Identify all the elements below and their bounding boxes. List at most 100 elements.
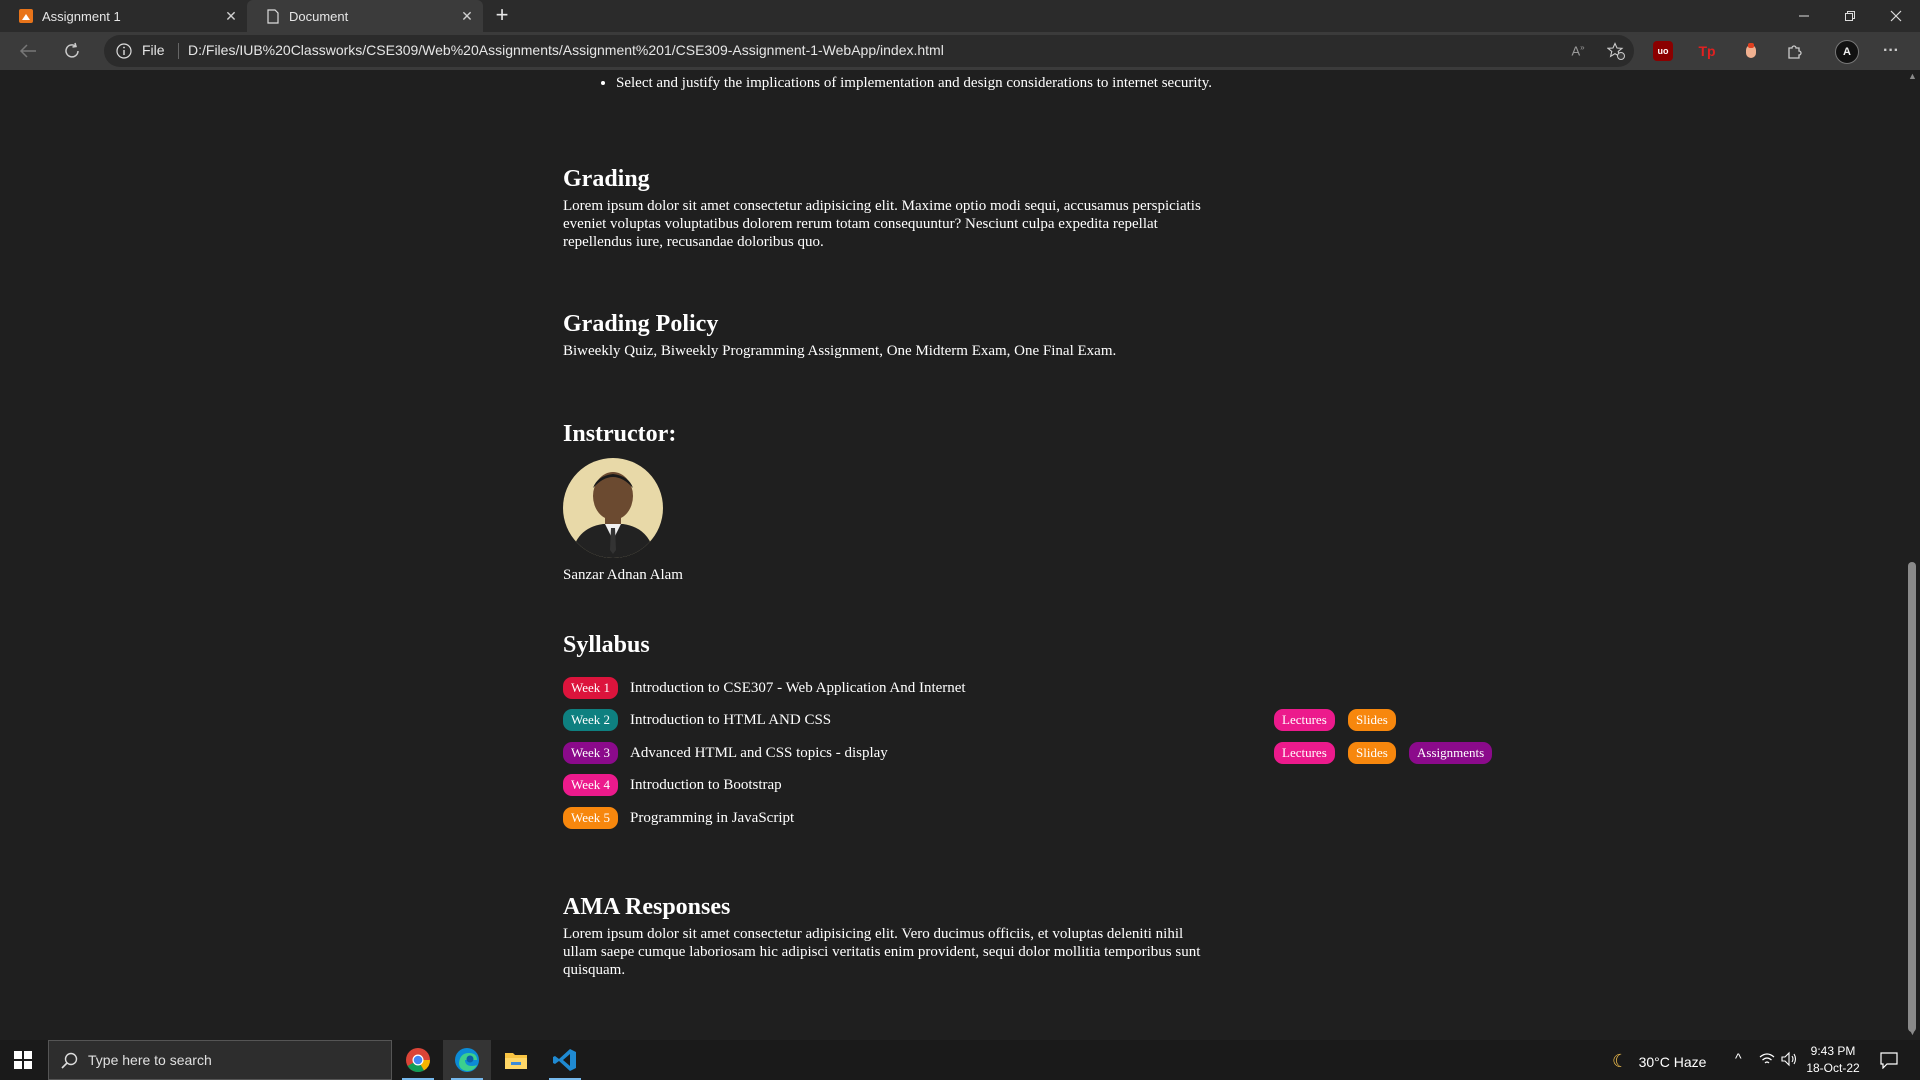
minimize-icon: [1799, 15, 1809, 17]
scheme-label: File: [142, 42, 165, 58]
search-placeholder: Type here to search: [88, 1052, 212, 1068]
syllabus-row: Week 2 Introduction to HTML AND CSS: [563, 709, 831, 731]
page-scrollbar[interactable]: ▲ ▼: [1904, 70, 1920, 1040]
more-icon: ···: [1883, 42, 1899, 59]
add-favorite-button[interactable]: [1604, 39, 1628, 63]
chevron-up-icon: ^: [1735, 1050, 1742, 1066]
week-2-lectures-link[interactable]: Lectures: [1274, 709, 1335, 731]
close-window-button[interactable]: [1874, 0, 1918, 32]
week-badge: Week 4: [563, 774, 619, 796]
profile-avatar[interactable]: A: [1835, 40, 1859, 64]
week-3-lectures-link[interactable]: Lectures: [1274, 742, 1335, 764]
notification-icon: [1880, 1052, 1898, 1070]
week-title: Programming in JavaScript: [630, 809, 795, 826]
weather-widget[interactable]: ☾ 30°C Haze: [1612, 1051, 1706, 1072]
folder-icon: [505, 1053, 527, 1069]
file-explorer-taskbar-button[interactable]: [492, 1040, 540, 1080]
web-page: Select and justify the implications of i…: [0, 70, 1904, 1040]
taskbar-search-box[interactable]: Type here to search: [48, 1040, 392, 1080]
weather-text: 30°C Haze: [1638, 1054, 1707, 1070]
flame-icon: [1746, 43, 1756, 58]
windows-taskbar: Type here to search ☾ 30°C Haze ^ 9:43 P…: [0, 1040, 1920, 1080]
start-button[interactable]: [0, 1040, 46, 1080]
extensions-button[interactable]: [1785, 41, 1805, 61]
profile-initial: A: [1843, 46, 1851, 58]
section-heading: AMA Responses: [563, 894, 731, 920]
url-text[interactable]: D:/Files/IUB%20Classworks/CSE309/Web%20A…: [188, 42, 944, 58]
section-heading: Grading: [563, 166, 650, 192]
show-hidden-icons-button[interactable]: ^: [1735, 1050, 1742, 1066]
list-item: Select and justify the implications of i…: [616, 74, 1236, 92]
close-tab-icon[interactable]: ✕: [459, 8, 475, 24]
read-aloud-icon: A»: [1571, 43, 1585, 59]
grading-policy-text: Biweekly Quiz, Biweekly Programming Assi…: [563, 343, 1117, 359]
divider: [178, 43, 179, 59]
scroll-up-arrow-icon[interactable]: ▲: [1908, 72, 1917, 81]
edge-icon: [455, 1048, 479, 1072]
vscode-icon: [553, 1049, 576, 1071]
clock-date: 18-Oct-22: [1806, 1061, 1860, 1075]
tab-title: Assignment 1: [42, 8, 121, 24]
week-title: Introduction to Bootstrap: [630, 776, 782, 793]
instructor-photo: [563, 458, 663, 558]
grading-text: Lorem ipsum dolor sit amet consectetur a…: [563, 198, 1201, 250]
chrome-taskbar-button[interactable]: [394, 1040, 442, 1080]
instructor-name: Sanzar Adnan Alam: [563, 567, 683, 583]
syllabus-row: Week 1 Introduction to CSE307 - Web Appl…: [563, 677, 966, 699]
scroll-thumb[interactable]: [1908, 562, 1916, 1032]
syllabus-row: Week 5 Programming in JavaScript: [563, 807, 794, 829]
back-arrow-icon: [19, 44, 36, 58]
restore-icon: [1845, 11, 1855, 21]
syllabus-section: Syllabus: [563, 632, 1203, 659]
instructor-section: Instructor: Sanzar Adnan Alam: [563, 421, 1203, 584]
week-title: Introduction to CSE307 - Web Application…: [630, 679, 966, 696]
tab-assignment-1[interactable]: Assignment 1 ✕: [0, 0, 247, 32]
week-badge: Week 2: [563, 709, 619, 731]
objectives-list: Select and justify the implications of i…: [563, 74, 1236, 92]
week-title: Introduction to HTML AND CSS: [630, 711, 832, 728]
clock-time: 9:43 PM: [1810, 1044, 1856, 1058]
section-heading: Instructor:: [563, 421, 677, 447]
network-icon[interactable]: [1759, 1051, 1775, 1070]
extension-icon[interactable]: [1741, 41, 1761, 61]
edge-taskbar-button[interactable]: [443, 1040, 491, 1080]
address-bar[interactable]: File D:/Files/IUB%20Classworks/CSE309/We…: [104, 35, 1634, 67]
tab-title: Document: [289, 8, 349, 24]
notifications-button[interactable]: [1880, 1051, 1898, 1072]
ublock-extension-icon[interactable]: uo: [1653, 41, 1673, 61]
close-tab-icon[interactable]: ✕: [223, 8, 239, 24]
refresh-button[interactable]: [60, 39, 84, 63]
tab-document[interactable]: Document ✕: [247, 0, 483, 32]
week-3-slides-link[interactable]: Slides: [1348, 742, 1396, 764]
tp-extension-icon[interactable]: Tp: [1697, 41, 1717, 61]
back-button[interactable]: [16, 39, 40, 63]
moon-icon: ☾: [1612, 1051, 1629, 1071]
week-2-slides-link[interactable]: Slides: [1348, 709, 1396, 731]
star-add-icon: [1607, 42, 1625, 60]
restore-button[interactable]: [1828, 0, 1872, 32]
info-icon[interactable]: [116, 43, 132, 59]
section-heading: Grading Policy: [563, 311, 719, 337]
ama-text: Lorem ipsum dolor sit amet consectetur a…: [563, 926, 1201, 978]
taskbar-clock[interactable]: 9:43 PM 18-Oct-22: [1806, 1043, 1860, 1077]
refresh-icon: [65, 42, 79, 58]
minimize-button[interactable]: [1782, 0, 1826, 32]
vscode-taskbar-button[interactable]: [541, 1040, 589, 1080]
section-heading: Syllabus: [563, 632, 650, 658]
browser-toolbar: File D:/Files/IUB%20Classworks/CSE309/We…: [0, 32, 1920, 70]
more-menu-button[interactable]: ···: [1881, 41, 1901, 61]
read-aloud-button[interactable]: A»: [1566, 39, 1590, 63]
volume-icon[interactable]: [1781, 1051, 1797, 1070]
week-title: Advanced HTML and CSS topics - display: [630, 744, 888, 761]
syllabus-row: Week 4 Introduction to Bootstrap: [563, 774, 782, 796]
ama-section: AMA Responses Lorem ipsum dolor sit amet…: [563, 894, 1203, 979]
week-3-assignments-link[interactable]: Assignments: [1409, 742, 1493, 764]
puzzle-icon: [1788, 45, 1802, 59]
grading-policy-section: Grading Policy Biweekly Quiz, Biweekly P…: [563, 311, 1203, 360]
week-badge: Week 3: [563, 742, 619, 764]
new-tab-button[interactable]: +: [490, 4, 514, 28]
windows-logo-icon: [14, 1051, 32, 1069]
week-badge: Week 1: [563, 677, 619, 699]
grading-section: Grading Lorem ipsum dolor sit amet conse…: [563, 166, 1203, 251]
scroll-down-arrow-icon[interactable]: ▼: [1908, 1028, 1917, 1037]
